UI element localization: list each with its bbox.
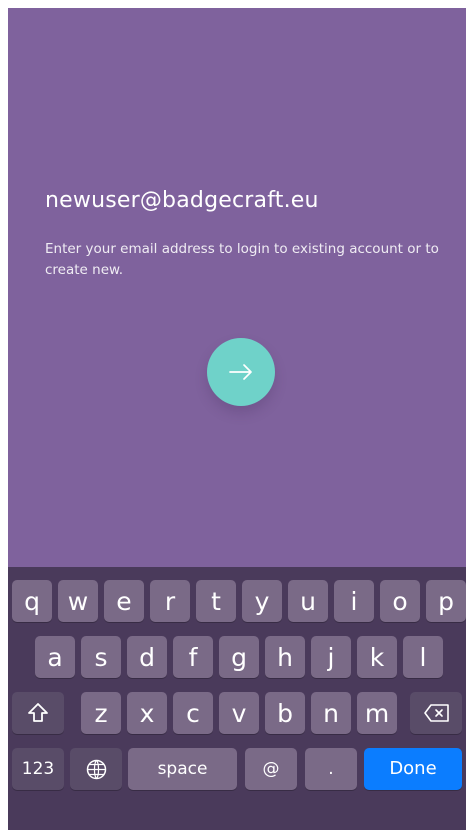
key-z[interactable]: z	[81, 692, 121, 734]
login-instruction: Enter your email address to login to exi…	[45, 241, 439, 278]
shift-icon	[28, 703, 48, 722]
key-b[interactable]: b	[265, 692, 305, 734]
key-x[interactable]: x	[127, 692, 167, 734]
key-g[interactable]: g	[219, 636, 259, 678]
key-r[interactable]: r	[150, 580, 190, 622]
key-u[interactable]: u	[288, 580, 328, 622]
key-t[interactable]: t	[196, 580, 236, 622]
key-d[interactable]: d	[127, 636, 167, 678]
key-o[interactable]: o	[380, 580, 420, 622]
key-n[interactable]: n	[311, 692, 351, 734]
key-q[interactable]: q	[12, 580, 52, 622]
shift-key[interactable]	[12, 692, 64, 734]
key-f[interactable]: f	[173, 636, 213, 678]
key-m[interactable]: m	[357, 692, 397, 734]
arrow-right-icon	[229, 364, 252, 380]
key-p[interactable]: p	[426, 580, 466, 622]
key-l[interactable]: l	[403, 636, 443, 678]
globe-key[interactable]	[70, 748, 122, 790]
key-j[interactable]: j	[311, 636, 351, 678]
key-a[interactable]: a	[35, 636, 75, 678]
space-key[interactable]: space	[128, 748, 237, 790]
onscreen-keyboard: q w e r t y u i o p a s d f g h j k l z …	[8, 567, 466, 830]
login-screen: Enter your email address to login to exi…	[8, 8, 466, 830]
key-k[interactable]: k	[357, 636, 397, 678]
key-e[interactable]: e	[104, 580, 144, 622]
key-y[interactable]: y	[242, 580, 282, 622]
email-login-form: Enter your email address to login to exi…	[45, 178, 450, 281]
key-s[interactable]: s	[81, 636, 121, 678]
key-h[interactable]: h	[265, 636, 305, 678]
globe-icon	[86, 759, 106, 779]
backspace-key[interactable]	[410, 692, 462, 734]
key-i[interactable]: i	[334, 580, 374, 622]
key-v[interactable]: v	[219, 692, 259, 734]
key-c[interactable]: c	[173, 692, 213, 734]
continue-button[interactable]	[207, 338, 275, 406]
key-w[interactable]: w	[58, 580, 98, 622]
email-field[interactable]	[45, 178, 435, 223]
backspace-icon	[423, 704, 449, 722]
period-key[interactable]: .	[305, 748, 357, 790]
at-key[interactable]: @	[245, 748, 297, 790]
done-key[interactable]: Done	[364, 748, 462, 790]
numbers-key[interactable]: 123	[12, 748, 64, 790]
